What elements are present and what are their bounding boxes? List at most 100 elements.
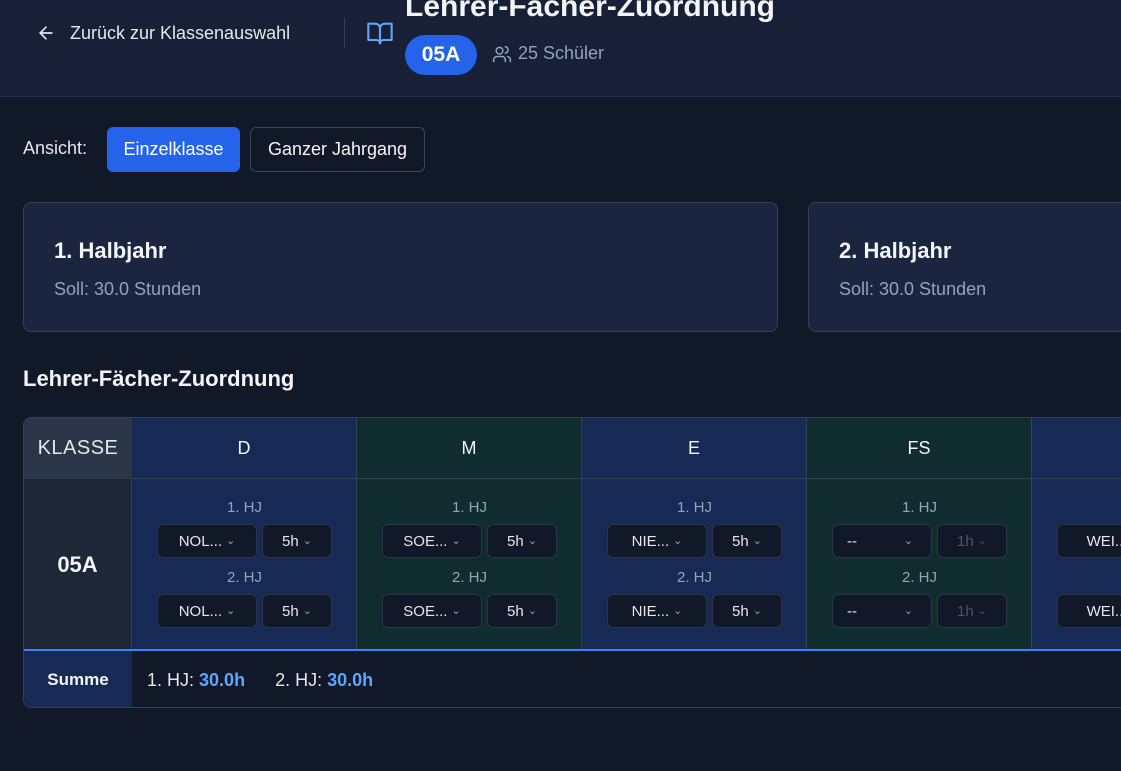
sum-row: Summe 1. HJ: 30.0h 2. HJ: 30.0h xyxy=(24,649,1121,707)
hours-value: 1h xyxy=(957,532,974,550)
hj1-label: 1. HJ xyxy=(226,499,262,516)
sum-label: Summe xyxy=(24,651,132,707)
hj1-label: 1. HJ xyxy=(451,499,487,516)
hours-value: 5h xyxy=(507,532,524,550)
hours-select-hj1[interactable]: 5h ⌄ xyxy=(262,524,332,558)
teacher-value: NOL... xyxy=(178,602,223,620)
hours-value: 1h xyxy=(957,602,974,620)
subject-cell-next: WEI... WEI... xyxy=(1032,479,1121,650)
hours-select-hj2[interactable]: 5h ⌄ xyxy=(712,594,782,628)
chevron-down-icon: ⌄ xyxy=(903,604,913,617)
halfyear-target: Soll: 30.0 Stunden xyxy=(54,279,202,299)
hj2-label: 2. HJ xyxy=(676,569,712,586)
teacher-select-hj2[interactable]: -- ⌄ xyxy=(832,594,932,628)
page-title: Lehrer-Fächer-Zuordnung xyxy=(405,0,776,23)
class-row-label: 05A xyxy=(24,479,132,650)
teacher-value: NIE... xyxy=(631,532,670,550)
chevron-down-icon: ⌄ xyxy=(302,534,312,547)
hours-select-hj1[interactable]: 1h ⌄ xyxy=(937,524,1007,558)
sum-hj1: 1. HJ: 30.0h xyxy=(147,670,245,691)
subject-header-d: D xyxy=(132,418,357,479)
student-count: 25 Schüler xyxy=(492,43,604,64)
chevron-down-icon: ⌄ xyxy=(752,604,762,617)
teacher-value: NOL... xyxy=(178,532,223,550)
chevron-down-icon: ⌄ xyxy=(752,534,762,547)
hours-select-hj2[interactable]: 5h ⌄ xyxy=(262,594,332,628)
chevron-down-icon: ⌄ xyxy=(527,604,537,617)
teacher-value: -- xyxy=(847,532,857,550)
subject-header-fs: FS xyxy=(807,418,1032,479)
view-whole-grade-button[interactable]: Ganzer Jahrgang xyxy=(250,127,425,172)
view-single-class-button[interactable]: Einzelklasse xyxy=(107,127,240,172)
halfyear-title: 2. Halbjahr xyxy=(839,238,952,263)
hj2-label: 2. HJ xyxy=(451,569,487,586)
chevron-down-icon: ⌄ xyxy=(302,604,312,617)
chevron-down-icon: ⌄ xyxy=(226,534,236,547)
sum-hj2-prefix: 2. HJ: xyxy=(275,669,323,690)
section-title: Lehrer-Fächer-Zuordnung xyxy=(23,366,295,391)
hj2-label: 2. HJ xyxy=(901,569,937,586)
back-label: Zurück zur Klassenauswahl xyxy=(70,22,291,43)
subject-cell-fs: 1. HJ -- ⌄ 1h ⌄ 2. HJ -- ⌄ 1h ⌄ xyxy=(807,479,1032,650)
header-divider xyxy=(344,18,345,48)
top-header: Zurück zur Klassenauswahl Lehrer-Fächer-… xyxy=(0,0,1121,97)
student-count-label: 25 Schüler xyxy=(518,43,605,63)
view-label: Ansicht: xyxy=(23,138,88,158)
back-to-class-selection-button[interactable]: Zurück zur Klassenauswahl xyxy=(36,18,290,48)
sum-hj1-value: 30.0h xyxy=(199,669,246,690)
sum-hj2: 2. HJ: 30.0h xyxy=(275,670,373,691)
teacher-value: SOE... xyxy=(403,602,448,620)
subject-header-e: E xyxy=(582,418,807,479)
teacher-select-hj1[interactable]: SOE... ⌄ xyxy=(382,524,482,558)
sum-values: 1. HJ: 30.0h 2. HJ: 30.0h xyxy=(147,651,373,707)
subject-cell-e: 1. HJ NIE... ⌄ 5h ⌄ 2. HJ NIE... ⌄ 5h ⌄ xyxy=(582,479,807,650)
hours-select-hj1[interactable]: 5h ⌄ xyxy=(487,524,557,558)
teacher-select-hj2[interactable]: NIE... ⌄ xyxy=(607,594,707,628)
sum-hj1-prefix: 1. HJ: xyxy=(147,669,195,690)
chevron-down-icon: ⌄ xyxy=(977,534,987,547)
halfyear-card-2: 2. Halbjahr Soll: 30.0 Stunden xyxy=(808,202,1121,332)
teacher-value: WEI... xyxy=(1086,602,1121,620)
hours-value: 5h xyxy=(507,602,524,620)
teacher-select-hj1[interactable]: NIE... ⌄ xyxy=(607,524,707,558)
hj1-label: 1. HJ xyxy=(901,499,937,516)
hours-select-hj1[interactable]: 5h ⌄ xyxy=(712,524,782,558)
chevron-down-icon: ⌄ xyxy=(673,534,683,547)
hj1-label: 1. HJ xyxy=(676,499,712,516)
book-open-icon xyxy=(367,22,393,45)
teacher-select-hj1[interactable]: NOL... ⌄ xyxy=(157,524,257,558)
subject-header-m: M xyxy=(357,418,582,479)
subject-header-next xyxy=(1032,418,1121,479)
teacher-select-hj2[interactable]: WEI... xyxy=(1057,594,1121,628)
hours-value: 5h xyxy=(282,532,299,550)
chevron-down-icon: ⌄ xyxy=(451,604,461,617)
arrow-left-icon xyxy=(39,26,53,40)
chevron-down-icon: ⌄ xyxy=(527,534,537,547)
hours-value: 5h xyxy=(282,602,299,620)
chevron-down-icon: ⌄ xyxy=(977,604,987,617)
hj2-label: 2. HJ xyxy=(226,569,262,586)
teacher-select-hj1[interactable]: WEI... xyxy=(1057,524,1121,558)
chevron-down-icon: ⌄ xyxy=(226,604,236,617)
class-badge: 05A xyxy=(405,35,477,75)
halfyear-target: Soll: 30.0 Stunden xyxy=(839,279,987,299)
assignment-table: KLASSE 05A D 1. HJ NOL... ⌄ 5h ⌄ 2. HJ NOL… xyxy=(23,417,1121,708)
hours-value: 5h xyxy=(732,602,749,620)
teacher-value: SOE... xyxy=(403,532,448,550)
teacher-value: WEI... xyxy=(1086,532,1121,550)
teacher-select-hj2[interactable]: SOE... ⌄ xyxy=(382,594,482,628)
teacher-value: -- xyxy=(847,602,857,620)
sum-hj2-value: 30.0h xyxy=(327,669,374,690)
chevron-down-icon: ⌄ xyxy=(673,604,683,617)
subject-cell-m: 1. HJ SOE... ⌄ 5h ⌄ 2. HJ SOE... ⌄ 5h ⌄ xyxy=(357,479,582,650)
chevron-down-icon: ⌄ xyxy=(903,534,913,547)
chevron-down-icon: ⌄ xyxy=(451,534,461,547)
users-icon xyxy=(492,45,512,62)
subject-cell-d: 1. HJ NOL... ⌄ 5h ⌄ 2. HJ NOL... ⌄ 5h ⌄ xyxy=(132,479,357,650)
teacher-select-hj1[interactable]: -- ⌄ xyxy=(832,524,932,558)
hours-select-hj2[interactable]: 5h ⌄ xyxy=(487,594,557,628)
halfyear-title: 1. Halbjahr xyxy=(54,238,167,263)
teacher-select-hj2[interactable]: NOL... ⌄ xyxy=(157,594,257,628)
hours-select-hj2[interactable]: 1h ⌄ xyxy=(937,594,1007,628)
hours-value: 5h xyxy=(732,532,749,550)
